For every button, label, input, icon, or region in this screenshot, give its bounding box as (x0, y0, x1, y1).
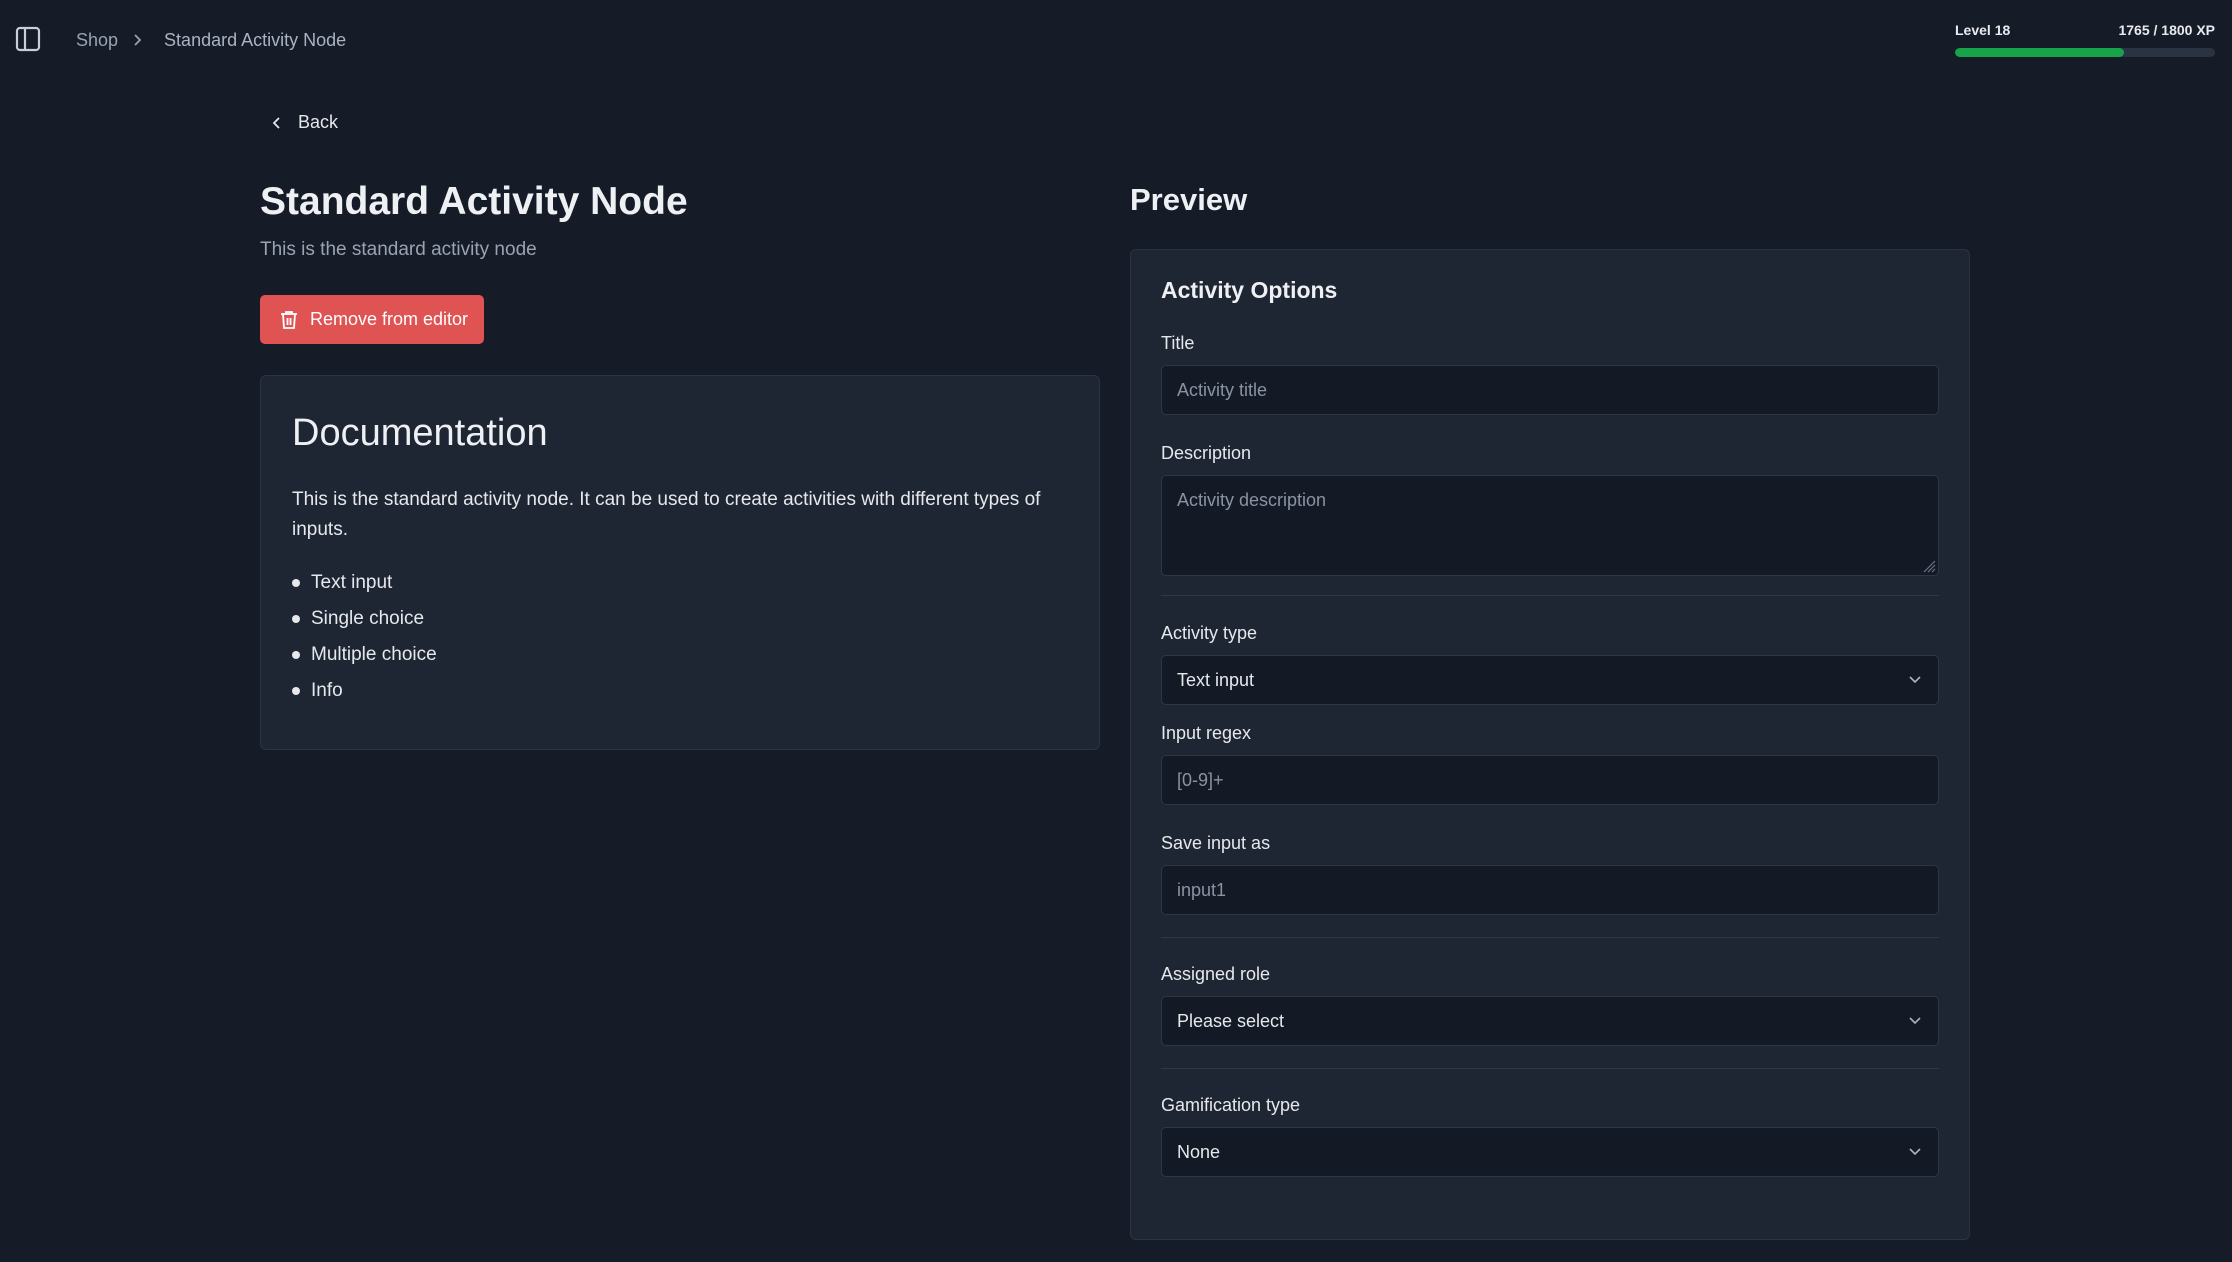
documentation-title: Documentation (292, 412, 548, 454)
activity-type-select[interactable]: Text input (1161, 655, 1939, 705)
resize-handle-icon[interactable] (1922, 559, 1936, 573)
input-regex-label: Input regex (1161, 723, 1252, 743)
activity-type-label: Activity type (1161, 623, 1258, 643)
activity-options-card: Activity Options Title Activity title De… (1130, 249, 1970, 1240)
remove-button-label: Remove from editor (310, 309, 469, 329)
activity-options-heading: Activity Options (1161, 277, 1338, 303)
description-textarea[interactable]: Activity description (1161, 475, 1939, 576)
list-item: Single choice (292, 601, 1068, 637)
sidebar-toggle-icon[interactable] (14, 25, 42, 53)
chevron-right-icon (132, 33, 142, 47)
trash-icon (281, 310, 297, 329)
save-input-as-label: Save input as (1161, 833, 1271, 853)
chevron-down-icon (1909, 676, 1921, 684)
title-label: Title (1161, 333, 1195, 353)
input-regex-input[interactable]: [0-9]+ (1161, 755, 1939, 805)
list-item: Info (292, 673, 1068, 709)
xp-label: 1765 / 1800 XP (2118, 22, 2215, 38)
breadcrumb: Shop Standard Activity Node (76, 28, 346, 52)
top-bar: Shop Standard Activity Node Level 18 176… (0, 0, 2232, 80)
back-button[interactable]: Back (272, 112, 338, 133)
documentation-text: This is the standard activity node. It c… (292, 489, 1041, 540)
chevron-left-icon (272, 116, 280, 129)
divider (1161, 937, 1939, 938)
list-item: Multiple choice (292, 637, 1068, 673)
save-input-as-input[interactable]: input1 (1161, 865, 1939, 915)
breadcrumb-current: Standard Activity Node (164, 29, 347, 50)
page-subtitle: This is the standard activity node (260, 239, 537, 260)
description-label: Description (1161, 443, 1252, 463)
remove-from-editor-button[interactable]: Remove from editor (260, 295, 484, 344)
documentation-list: Text input Single choice Multiple choice… (292, 565, 1068, 709)
xp-bar (1955, 48, 2215, 57)
gamification-type-select[interactable]: None (1161, 1127, 1939, 1177)
level-label: Level 18 (1955, 22, 2011, 38)
chevron-down-icon (1909, 1017, 1921, 1025)
divider (1161, 1068, 1939, 1069)
title-input[interactable]: Activity title (1161, 365, 1939, 415)
documentation-card: Documentation This is the standard activ… (260, 375, 1100, 750)
preview-title: Preview (1130, 182, 1248, 217)
gamification-type-label: Gamification type (1161, 1095, 1301, 1115)
divider (1161, 595, 1939, 596)
chevron-down-icon (1909, 1148, 1921, 1156)
back-label: Back (298, 112, 339, 132)
assigned-role-label: Assigned role (1161, 964, 1271, 984)
xp-progress: Level 18 1765 / 1800 XP (1955, 22, 2215, 57)
breadcrumb-shop[interactable]: Shop (76, 30, 118, 51)
xp-bar-fill (1955, 48, 2124, 57)
assigned-role-select[interactable]: Please select (1161, 996, 1939, 1046)
list-item: Text input (292, 565, 1068, 601)
page-title: Standard Activity Node (260, 180, 688, 223)
